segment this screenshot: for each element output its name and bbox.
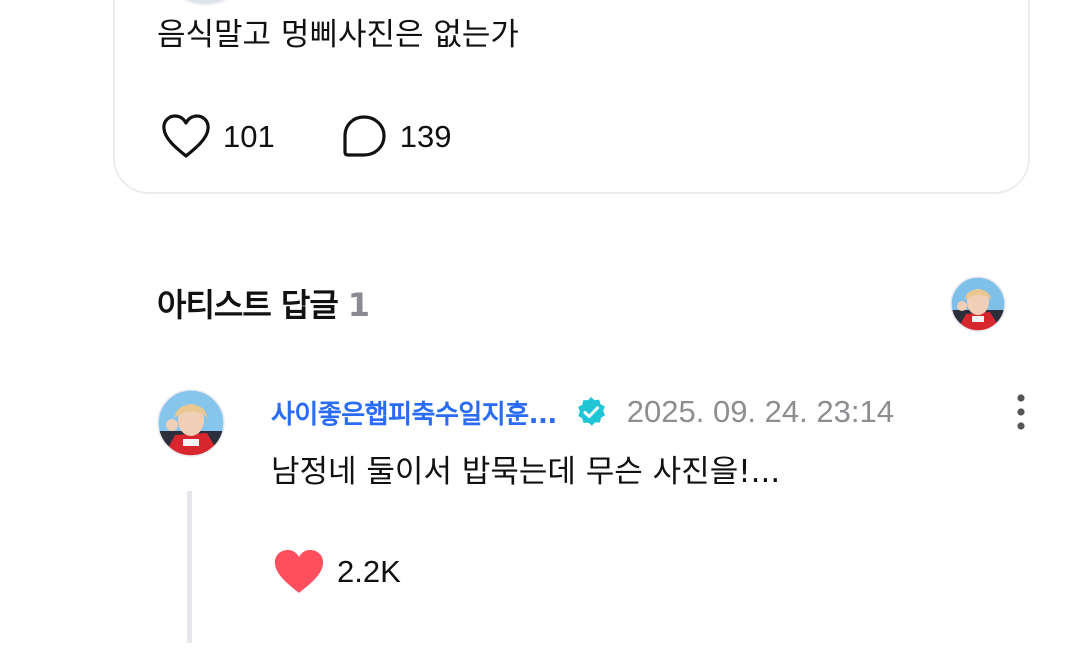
speech-bubble-icon (343, 115, 386, 157)
reply-like-button[interactable]: 2.2K (273, 547, 401, 597)
artist-replies-title: 아티스트 답글 1 (157, 283, 370, 327)
heart-filled-icon (274, 550, 324, 593)
vertical-dots-icon[interactable] (1008, 392, 1034, 432)
reply-author-avatar[interactable] (157, 389, 225, 457)
reply-like-count: 2.2K (337, 554, 401, 589)
like-button[interactable]: 101 (161, 114, 275, 160)
post-text: 음식말고 멍삐사진은 없는가 (157, 17, 519, 53)
post-author-avatar[interactable] (159, 0, 251, 6)
like-count: 101 (223, 119, 275, 154)
reply-header: 사이좋은햅피축수일지훈... 2025. 09. 24. 23:14 (271, 392, 894, 432)
heart-outline-icon (162, 114, 210, 158)
comment-count: 139 (399, 119, 452, 154)
reply-timestamp: 2025. 09. 24. 23:14 (626, 394, 894, 429)
artist-replies-label: 아티스트 답글 (157, 286, 339, 324)
artist-avatar-small[interactable] (950, 276, 1006, 332)
post-actions: 101 139 (161, 114, 451, 160)
artist-replies-count: 1 (347, 286, 370, 324)
comment-button[interactable]: 139 (340, 114, 452, 160)
thread-line (187, 491, 192, 643)
reply-author-name[interactable]: 사이좋은햅피축수일지훈... (271, 394, 557, 431)
reply-text: 남정네 둘이서 밥묵는데 무슨 사진을!... (271, 454, 781, 490)
verified-check-badge-icon (577, 397, 605, 426)
